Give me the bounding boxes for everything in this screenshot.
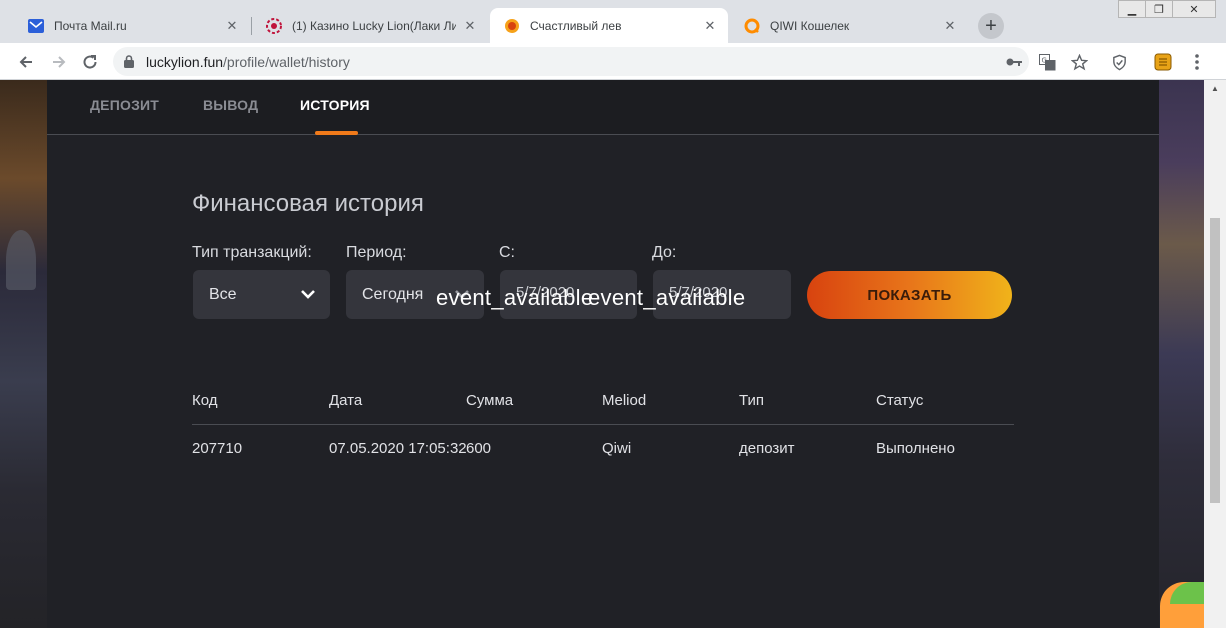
calendar-icon[interactable]: event_available: [588, 285, 745, 311]
address-bar[interactable]: luckylion.fun/profile/wallet/history: [113, 47, 1029, 76]
column-header-date: Дата: [329, 392, 363, 409]
window-close-button[interactable]: ✕: [1172, 0, 1216, 18]
column-header-status: Статус: [876, 392, 924, 409]
arrow-right-icon: [53, 56, 66, 68]
cell-date: 07.05.2020 17:05:32: [329, 440, 467, 457]
page-scrollbar[interactable]: ▲: [1204, 80, 1226, 628]
page-title: Финансовая история: [192, 190, 424, 217]
browser-tab-casino[interactable]: (1) Казино Lucky Lion(Лаки Лион) ✕: [252, 8, 488, 43]
shield-extension-icon[interactable]: [1109, 52, 1129, 72]
close-icon[interactable]: ✕: [224, 18, 240, 34]
lion-badge-icon: [266, 17, 282, 34]
to-label: До:: [652, 244, 677, 261]
column-header-code: Код: [192, 392, 218, 409]
cell-status: Выполнено: [876, 440, 955, 457]
column-header-method: Meliod: [602, 392, 647, 409]
period-label: Период:: [346, 244, 407, 261]
calendar-icon[interactable]: event_available: [436, 285, 593, 311]
lock-icon: [124, 55, 134, 73]
cell-code: 207710: [192, 440, 243, 457]
forward-button[interactable]: [47, 50, 71, 74]
column-header-amount: Сумма: [466, 392, 514, 409]
browser-tab-title: Почта Mail.ru: [54, 18, 127, 33]
period-value: Сегодня: [362, 285, 424, 303]
close-icon[interactable]: ✕: [462, 18, 478, 34]
cell-type: депозит: [739, 440, 795, 457]
wallet-panel: Депозит Вывод История Финансовая история…: [47, 80, 1159, 628]
cell-method: Qiwi: [602, 440, 632, 457]
tab-deposit[interactable]: Депозит: [90, 97, 159, 113]
show-button[interactable]: ПОКАЗАТЬ: [807, 271, 1012, 319]
promo-corner-badge[interactable]: [1160, 582, 1204, 628]
qiwi-icon: [744, 18, 760, 34]
browser-tab-title: Счастливый лев: [530, 18, 622, 33]
minimize-button[interactable]: ▁: [1118, 0, 1146, 18]
scrollbar-thumb[interactable]: [1210, 218, 1220, 503]
transaction-type-select[interactable]: Все: [193, 270, 330, 319]
background-art-right: [1159, 80, 1204, 628]
table-divider: [192, 424, 1014, 425]
browser-tab-lucky-lion[interactable]: Счастливый лев ✕: [490, 8, 728, 43]
tab-withdraw[interactable]: Вывод: [203, 97, 258, 113]
browser-toolbar: luckylion.fun/profile/wallet/history G: [0, 43, 1226, 80]
arrow-left-icon: [19, 56, 32, 68]
translate-icon[interactable]: G: [1037, 52, 1057, 72]
new-tab-button[interactable]: +: [978, 13, 1004, 39]
page-viewport: Депозит Вывод История Финансовая история…: [0, 80, 1226, 628]
svg-text:G: G: [1041, 56, 1046, 64]
browser-tabstrip: Почта Mail.ru ✕ (1) Казино Lucky Lion(Ла…: [0, 0, 1226, 43]
mail-envelope-icon: [28, 18, 44, 34]
close-icon[interactable]: ✕: [702, 18, 718, 34]
chevron-down-icon: [300, 287, 316, 305]
column-header-type: Тип: [739, 392, 765, 409]
back-button[interactable]: [14, 50, 38, 74]
maximize-button[interactable]: ❐: [1145, 0, 1173, 18]
close-icon[interactable]: ✕: [942, 18, 958, 34]
browser-tab-title: QIWI Кошелек: [770, 18, 850, 33]
sun-lion-icon: [504, 18, 520, 34]
key-icon[interactable]: [1005, 53, 1023, 71]
menu-dots-icon[interactable]: [1187, 52, 1207, 72]
bookmark-star-icon[interactable]: [1069, 52, 1089, 72]
browser-tab-mail[interactable]: Почта Mail.ru ✕: [14, 8, 250, 43]
cube-extension-icon[interactable]: [1153, 52, 1173, 72]
address-url: luckylion.fun/profile/wallet/history: [146, 54, 350, 70]
background-art-left: [0, 80, 47, 628]
transaction-type-value: Все: [209, 285, 237, 303]
wallet-tabs: Депозит Вывод История: [47, 80, 1159, 135]
browser-tab-title: (1) Казино Lucky Lion(Лаки Лион): [292, 18, 456, 33]
browser-tab-qiwi[interactable]: QIWI Кошелек ✕: [730, 8, 968, 43]
tab-history[interactable]: История: [300, 97, 370, 113]
from-label: С:: [499, 244, 515, 261]
cell-amount: 600: [466, 440, 492, 457]
active-tab-indicator: [315, 131, 358, 135]
reload-icon: [83, 55, 97, 69]
type-label: Тип транзакций:: [192, 244, 312, 261]
scroll-up-arrow-icon[interactable]: ▲: [1211, 84, 1219, 93]
reload-button[interactable]: [78, 50, 102, 74]
